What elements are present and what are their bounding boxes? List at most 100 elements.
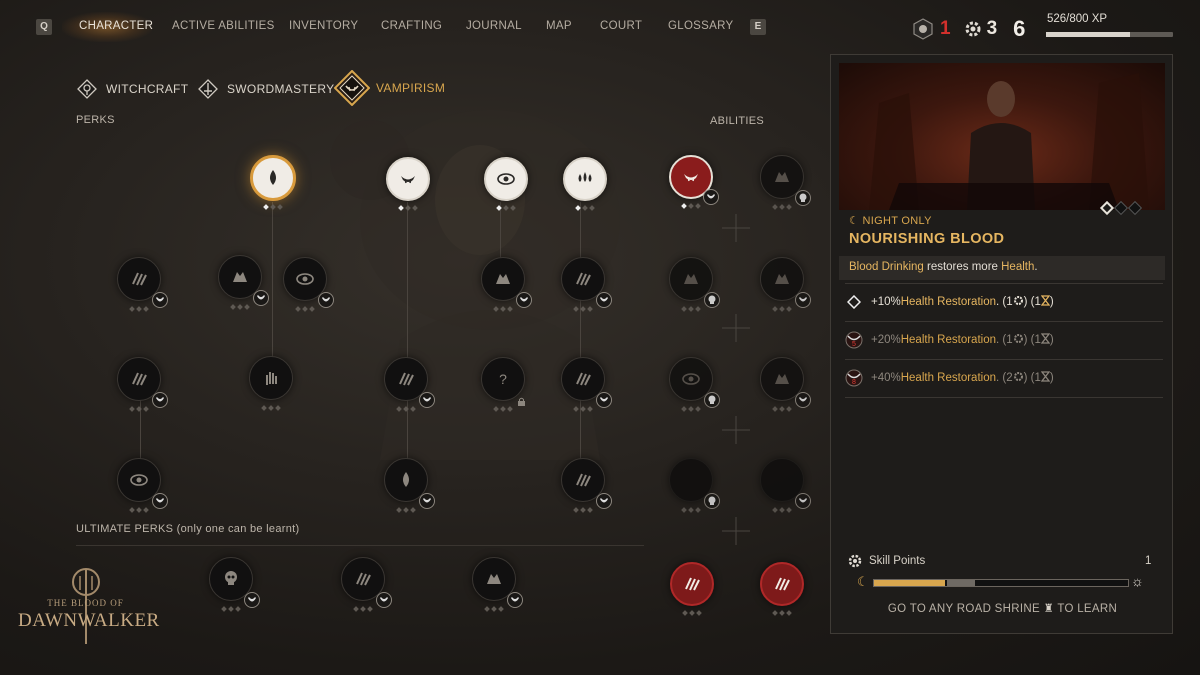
skill-node[interactable] (484, 157, 528, 211)
upgrade-dots (295, 306, 315, 312)
next-tab-key[interactable]: E (750, 19, 766, 35)
skill-node[interactable] (760, 155, 811, 210)
upgrade-dots (484, 606, 504, 612)
skill-node[interactable] (250, 155, 296, 210)
preview-dot[interactable] (1127, 200, 1143, 216)
ultimate-perks-label: ULTIMATE PERKS (only one can be learnt) (76, 523, 300, 535)
upgrade-dots (772, 406, 792, 412)
night-only-tag: ☾ NIGHT ONLY (849, 214, 932, 227)
xp-bar-fill (1046, 32, 1130, 37)
fang-icon (596, 392, 612, 408)
fang-icon (703, 189, 719, 205)
ability-detail-panel: ☾ NIGHT ONLY NOURISHING BLOOD Blood Drin… (830, 54, 1173, 634)
skill-gear-icon (1013, 333, 1024, 347)
skill-node[interactable] (760, 562, 804, 616)
upgrade-dots (681, 203, 701, 209)
tab-glossary[interactable]: GLOSSARY (668, 20, 733, 32)
discipline-tab-witchcraft[interactable]: WITCHCRAFT (76, 78, 188, 100)
vampirism-icon (334, 70, 370, 106)
skill-node[interactable] (117, 257, 168, 312)
skill-node[interactable] (561, 357, 612, 412)
tab-character[interactable]: CHARACTER (79, 20, 153, 32)
upgrade-cost: . (1 (995, 296, 1013, 308)
fang-icon (152, 392, 168, 408)
upgrade-row[interactable]: 8 +40% Health Restoration. (2) (1) (845, 360, 1163, 396)
upgrade-row[interactable]: 5 +20% Health Restoration. (1) (1) (845, 322, 1163, 358)
hourglass-icon (1040, 295, 1051, 309)
preview-dot[interactable] (1113, 200, 1129, 216)
skill-node[interactable] (669, 155, 719, 209)
upgrade-dots (573, 507, 593, 513)
tab-map[interactable]: MAP (546, 20, 572, 32)
skull-icon (795, 190, 811, 206)
red-currency-count: 1 (940, 18, 951, 39)
skill-node[interactable] (384, 357, 435, 412)
skill-node[interactable] (563, 157, 607, 211)
skill-node[interactable] (760, 257, 811, 312)
upgrade-row[interactable]: +10% Health Restoration. (1) (1) (845, 284, 1163, 320)
skill-node[interactable] (760, 458, 811, 513)
tab-journal[interactable]: JOURNAL (466, 20, 522, 32)
upgrade-cost: ) (1 (1023, 334, 1041, 346)
svg-text:5: 5 (852, 341, 856, 348)
tree-connector (407, 202, 408, 492)
logo-line1: THE BLOOD OF (47, 598, 124, 608)
abilities-section-label: ABILITIES (710, 115, 765, 127)
skill-gear-icon (965, 21, 981, 37)
crosshair-marker (722, 517, 750, 545)
skill-node[interactable] (384, 458, 435, 513)
skill-node[interactable] (669, 257, 720, 312)
skill-node[interactable] (760, 357, 811, 412)
upgrade-dots (681, 406, 701, 412)
desc-keyword: Health (1001, 261, 1035, 273)
skill-gear-icon (1013, 295, 1024, 309)
skill-node[interactable] (561, 257, 612, 312)
skill-node[interactable] (669, 357, 720, 412)
upgrade-dots (398, 205, 418, 211)
skill-node[interactable]: ? (481, 357, 525, 412)
desc-text: restores more (923, 261, 1002, 273)
skill-node[interactable] (341, 557, 392, 612)
upgrade-dots (681, 507, 701, 513)
tab-inventory[interactable]: INVENTORY (289, 20, 358, 32)
day-progress-fill (874, 580, 946, 586)
fang-icon (376, 592, 392, 608)
day-night-progress-bar (873, 579, 1129, 587)
skill-node[interactable] (283, 257, 334, 312)
fang-icon (596, 292, 612, 308)
discipline-tab-swordmastery[interactable]: SWORDMASTERY (197, 78, 334, 100)
upgrade-value: +40% (871, 372, 901, 384)
upgrade-dots (681, 306, 701, 312)
skill-node[interactable] (386, 157, 430, 211)
learn-instruction: GO TO ANY ROAD SHRINE ♜ TO LEARN (831, 601, 1174, 615)
desc-keyword: Blood Drinking (849, 261, 924, 273)
sun-icon: ☼ (1131, 573, 1144, 589)
fang-icon (516, 292, 532, 308)
discipline-tab-vampirism[interactable]: VAMPIRISM (334, 70, 445, 106)
skill-node[interactable] (561, 458, 612, 513)
upgrade-dots (396, 507, 416, 513)
prev-tab-key[interactable]: Q (36, 19, 52, 35)
preview-dot[interactable] (1099, 200, 1115, 216)
fang-icon (795, 493, 811, 509)
skill-node[interactable] (249, 356, 293, 411)
skill-node[interactable] (209, 557, 260, 612)
skill-node[interactable] (117, 458, 168, 513)
fang-badge-icon: 8 (845, 369, 863, 387)
moon-icon: ☾ (849, 215, 863, 227)
skill-node[interactable] (670, 562, 714, 616)
upgrade-dots (261, 405, 281, 411)
learn-instruction-text: TO LEARN (1057, 603, 1118, 615)
skill-node[interactable] (472, 557, 523, 612)
crosshair-marker (722, 416, 750, 444)
skill-node[interactable] (669, 458, 720, 513)
tab-active-abilities[interactable]: ACTIVE ABILITIES (172, 20, 275, 32)
tab-court[interactable]: COURT (600, 20, 642, 32)
day-progress-remaining (947, 580, 976, 586)
skill-node[interactable] (481, 257, 532, 312)
skill-node[interactable] (218, 255, 269, 310)
skill-node[interactable] (117, 357, 168, 412)
skull-icon (704, 493, 720, 509)
tab-crafting[interactable]: CRAFTING (381, 20, 442, 32)
swordmastery-label: SWORDMASTERY (227, 82, 335, 96)
